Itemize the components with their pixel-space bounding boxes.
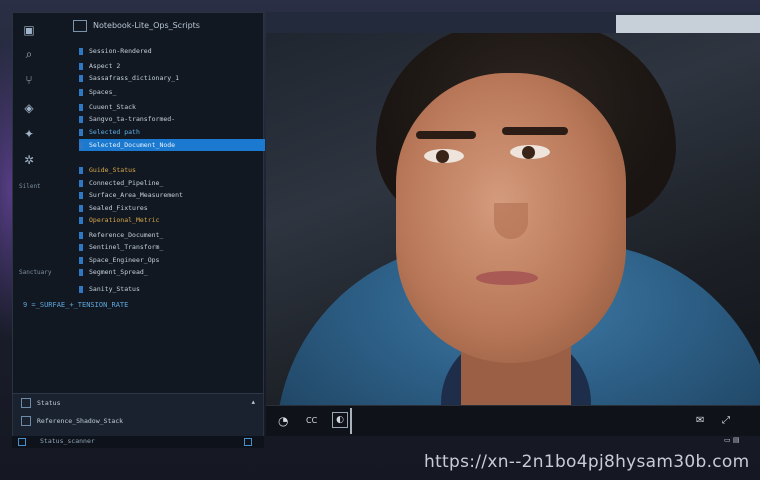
- tree-item[interactable]: Session-Rendered: [79, 45, 263, 57]
- file-icon: [79, 179, 83, 187]
- file-icon: [79, 115, 83, 123]
- tree-item-label: Reference_Document_: [89, 231, 164, 239]
- file-icon: [79, 47, 83, 55]
- tree-item[interactable]: Sentinel_Transform_: [79, 241, 263, 253]
- source-control-icon[interactable]: ⑂: [19, 73, 39, 87]
- titlebar-highlight: [616, 15, 760, 33]
- file-icon: [79, 256, 83, 264]
- settings-icon[interactable]: ✲: [19, 153, 39, 167]
- tree-item[interactable]: Reference_Document_: [79, 229, 263, 241]
- file-icon: [79, 141, 83, 149]
- tree-item-label: Sangvo_ta-transformed-: [89, 115, 176, 123]
- file-icon: [79, 268, 83, 276]
- volume-icon[interactable]: ◐: [332, 412, 348, 428]
- file-icon: [79, 74, 83, 82]
- tree-item-label: Sentinel_Transform_: [89, 243, 164, 251]
- tree-item[interactable]: Space_Engineer_Ops: [79, 254, 263, 266]
- tree-item[interactable]: Sealed_Fixtures: [79, 202, 263, 214]
- tray-icon-b[interactable]: ▤: [733, 436, 740, 444]
- tree-item[interactable]: Sangvo_ta-transformed-: [79, 113, 263, 125]
- play-icon[interactable]: ◔: [278, 414, 288, 428]
- video-controls: ◔ CC ◐ ✉ ⤢: [266, 405, 760, 436]
- tree-item-label: Selected_Document_Node: [89, 141, 176, 149]
- tree-item-label: Space_Engineer_Ops: [89, 256, 160, 264]
- tray-icon-a[interactable]: ▭: [724, 436, 731, 444]
- tree-item[interactable]: Spaces_: [79, 86, 263, 98]
- file-icon: [79, 103, 83, 111]
- tree-item-label: Segment_Spread_: [89, 268, 148, 276]
- tree-item[interactable]: Selected path: [79, 126, 263, 138]
- file-icon: [79, 204, 83, 212]
- video-frame[interactable]: [266, 33, 760, 405]
- tree-item-label: Spaces_: [89, 88, 117, 96]
- tray-icons: ▭ ▤: [724, 436, 760, 448]
- tree-item-label: Sassafrass_dictionary_1: [89, 74, 180, 82]
- search-icon[interactable]: ⌕: [19, 47, 39, 61]
- tree-item-label: Session-Rendered: [89, 47, 152, 55]
- tree-item[interactable]: Cuuent_Stack: [79, 101, 263, 113]
- chat-icon[interactable]: ✉: [696, 414, 704, 428]
- tree-item[interactable]: Surface_Area_Measurement: [79, 189, 263, 201]
- tree-item-label: Operational_Metric: [89, 216, 160, 224]
- tree-item-label: Guide_Status: [89, 166, 136, 174]
- panel-icon: [21, 398, 31, 408]
- folder-icon[interactable]: ▣: [19, 23, 39, 37]
- file-icon: [79, 166, 83, 174]
- left-eyebrow: [416, 131, 476, 139]
- terminal-icon[interactable]: [18, 438, 26, 446]
- tree-item[interactable]: Operational_Metric: [79, 214, 263, 226]
- tree-item[interactable]: Segment_Spread_: [79, 266, 263, 278]
- file-icon: [79, 243, 83, 251]
- explorer-header[interactable]: Notebook-Lite_Ops_Scripts: [73, 17, 261, 35]
- panel-row-reference[interactable]: Reference_Shadow_Stack: [37, 414, 123, 428]
- tree-item-label: Selected path: [89, 128, 140, 136]
- tree-item[interactable]: Connected_Pipeline_: [79, 177, 263, 189]
- file-icon: [79, 62, 83, 70]
- right-eye: [510, 145, 550, 159]
- file-icon: [79, 191, 83, 199]
- tree-item[interactable]: Guide_Status: [79, 164, 263, 176]
- tree-item[interactable]: Aspect 2: [79, 60, 263, 72]
- tree-item-label: Sanity_Status: [89, 285, 140, 293]
- panel-row-status[interactable]: Status: [37, 396, 60, 410]
- watermark-url: https://xn--2n1bo4pj8hysam30b.com: [424, 452, 750, 472]
- debug-icon[interactable]: ◈: [19, 101, 39, 115]
- tree-item-label: Surface_Area_Measurement: [89, 191, 183, 199]
- person-nose: [494, 203, 528, 239]
- fullscreen-icon[interactable]: ⤢: [722, 414, 730, 428]
- explorer-title: Notebook-Lite_Ops_Scripts: [93, 21, 200, 30]
- tree-item-label: Connected_Pipeline_: [89, 179, 164, 187]
- file-icon: [79, 216, 83, 224]
- tree-item[interactable]: Sanity_Status: [79, 283, 263, 295]
- activity-bar: ▣ ⌕ ⑂ ◈ ✦ ✲ Silent Sanctuary: [13, 13, 63, 393]
- seek-position-marker[interactable]: [350, 408, 352, 434]
- status-bar-text: Status_scanner: [40, 437, 95, 445]
- activity-label-1: Silent: [19, 183, 41, 190]
- file-icon: [79, 88, 83, 96]
- tree-item-label: Aspect 2: [89, 62, 121, 70]
- left-eye: [424, 149, 464, 163]
- tree-item-selected[interactable]: Selected_Document_Node: [79, 139, 265, 151]
- right-eyebrow: [502, 127, 568, 135]
- notification-icon[interactable]: [244, 438, 252, 446]
- activity-label-2: Sanctuary: [19, 269, 52, 276]
- explorer-window: ▣ ⌕ ⑂ ◈ ✦ ✲ Silent Sanctuary Notebook-Li…: [12, 12, 265, 448]
- tree-item-label: Sealed_Fixtures: [89, 204, 148, 212]
- chevron-up-icon[interactable]: ▴: [251, 398, 255, 406]
- status-bar: Status_scanner: [12, 436, 264, 448]
- tree-item-label: Cuuent_Stack: [89, 103, 136, 111]
- document-icon: [21, 416, 31, 426]
- status-line: 9 =_SURFAE_+_TENSION_RATE: [23, 301, 129, 309]
- subtitles-button[interactable]: CC: [306, 414, 317, 428]
- file-icon: [79, 128, 83, 136]
- file-icon: [79, 231, 83, 239]
- extensions-icon[interactable]: ✦: [19, 127, 39, 141]
- folder-open-icon: [73, 19, 87, 32]
- file-icon: [79, 285, 83, 293]
- person-mouth: [476, 271, 538, 285]
- tree-item[interactable]: Sassafrass_dictionary_1: [79, 72, 263, 84]
